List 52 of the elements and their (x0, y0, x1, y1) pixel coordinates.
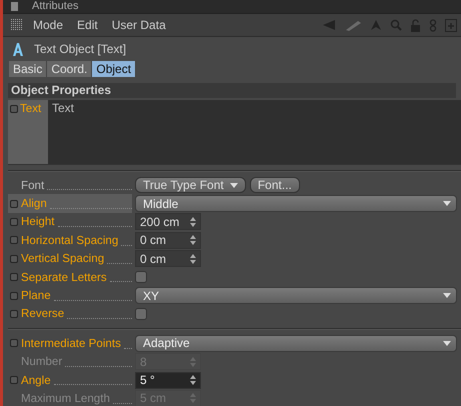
search-icon[interactable] (390, 19, 402, 31)
field-label: Align (21, 197, 47, 210)
field-label: Plane (21, 289, 51, 302)
tab[interactable]: Object (92, 61, 136, 77)
tab[interactable]: Coord. (47, 61, 92, 77)
field-label: Number (21, 355, 62, 368)
spinner-icon[interactable] (190, 235, 196, 246)
text-object-icon (12, 42, 24, 56)
section-header: Object Properties (8, 83, 456, 98)
spinner-icon[interactable] (190, 375, 196, 386)
field-label: Font (21, 178, 44, 192)
up-arrow-icon[interactable] (370, 19, 382, 31)
chain-icon[interactable] (429, 18, 437, 32)
window-title: Attributes (32, 0, 78, 13)
dropdown[interactable]: Adaptive (135, 334, 457, 352)
pen-icon[interactable] (344, 19, 362, 31)
window-icon (11, 2, 18, 11)
font-type-dropdown[interactable]: True Type Font (135, 177, 246, 194)
number-field[interactable]: 0 cm (135, 232, 201, 249)
spinner-icon[interactable] (190, 254, 196, 264)
menu-item[interactable]: Mode (33, 18, 64, 32)
checkbox[interactable] (135, 308, 147, 320)
grip-icon[interactable] (11, 19, 23, 31)
tab[interactable]: Basic (9, 61, 48, 77)
new-window-icon[interactable] (445, 18, 457, 32)
field-label: Text (20, 102, 42, 115)
text-input-field[interactable]: Text (48, 100, 461, 164)
caret-icon (443, 340, 451, 346)
checkbox[interactable] (135, 271, 147, 284)
back-arrow-icon[interactable] (322, 19, 336, 31)
field-label: Vertical Spacing (21, 252, 104, 266)
field-label: Angle (21, 374, 51, 387)
menu-item[interactable]: Edit (77, 18, 98, 32)
dropdown[interactable]: Middle (135, 195, 457, 212)
field-label: Maximum Length (21, 392, 110, 405)
field-label: Separate Letters (21, 270, 107, 284)
field-label: Horizontal Spacing (21, 234, 118, 247)
number-field[interactable]: 5 ° (135, 372, 201, 389)
caret-icon (443, 201, 451, 206)
number-field[interactable]: 200 cm (135, 213, 201, 230)
object-title: Text Object [Text] (34, 42, 126, 56)
caret-icon (443, 293, 451, 298)
font-button[interactable]: Font... (250, 177, 300, 194)
menu-item[interactable]: User Data (112, 18, 166, 32)
field-label: Height (21, 215, 55, 228)
dropdown[interactable]: XY (135, 287, 457, 304)
field-label: Reverse (21, 307, 64, 320)
spinner-icon[interactable] (190, 216, 196, 227)
number-field[interactable]: 0 cm (135, 250, 201, 268)
caret-icon (230, 182, 238, 188)
field-label: Intermediate Points (21, 336, 121, 350)
lock-icon[interactable] (410, 18, 421, 32)
